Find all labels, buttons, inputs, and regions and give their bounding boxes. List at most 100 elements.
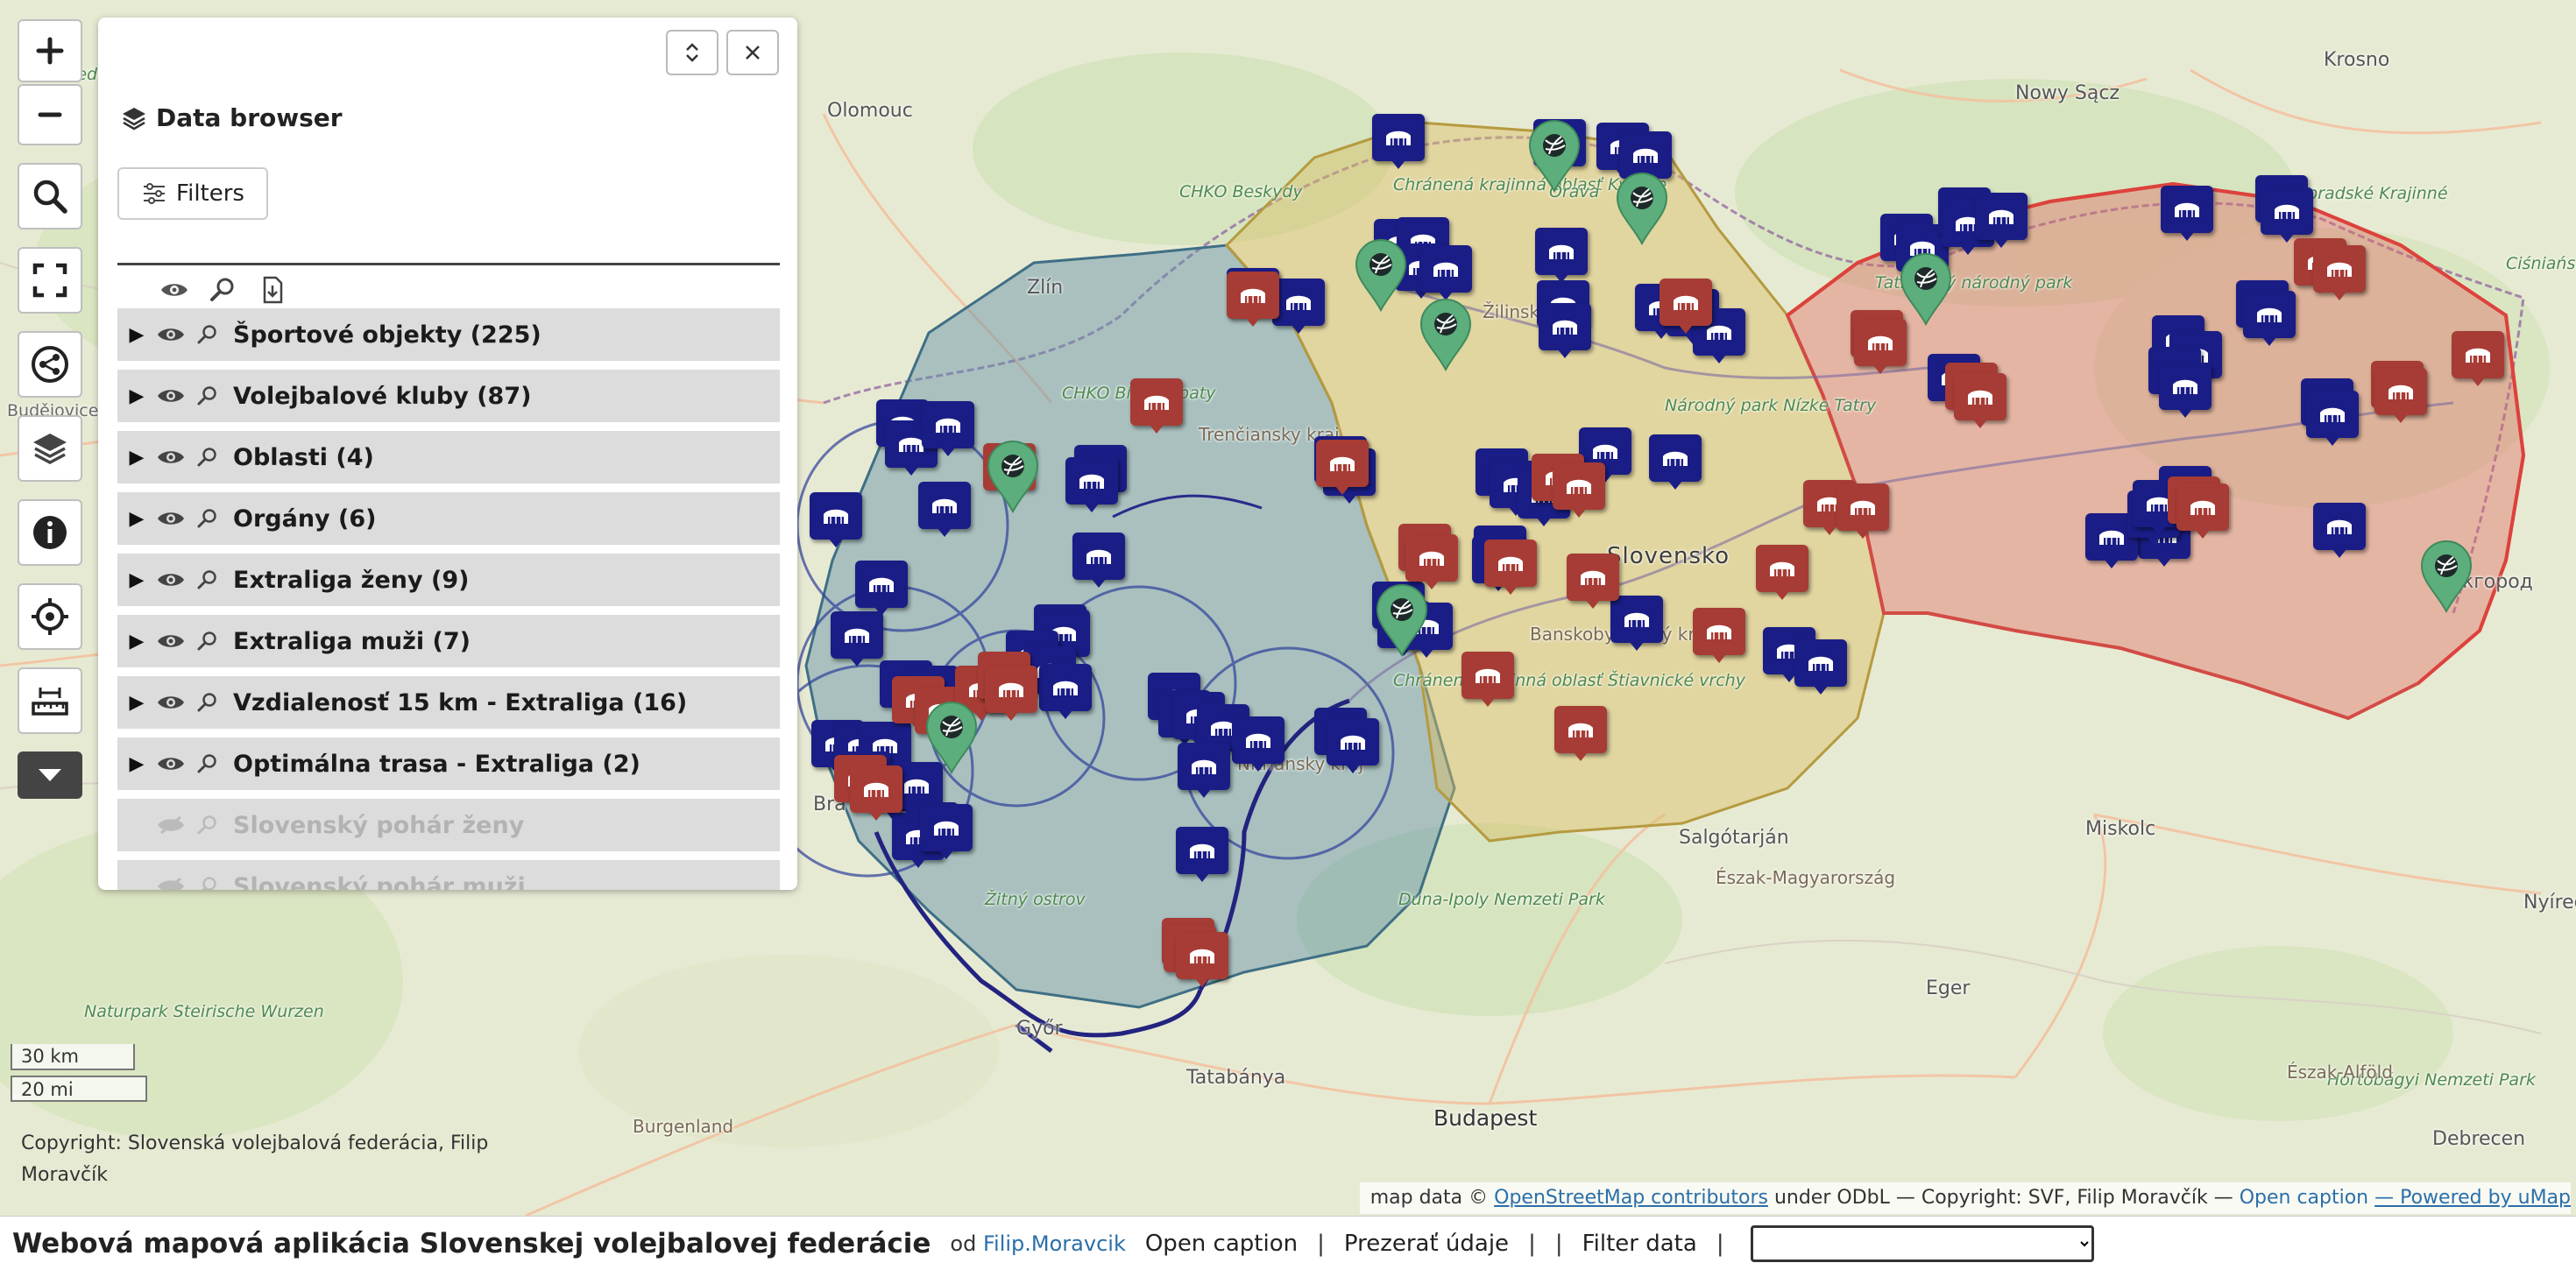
eye-icon[interactable] xyxy=(156,448,186,467)
zoom-out-button[interactable] xyxy=(18,84,82,145)
author-link[interactable]: Filip.Moravcik xyxy=(983,1231,1126,1256)
sports-facility-marker[interactable] xyxy=(1232,716,1284,772)
volleyball-club-marker[interactable] xyxy=(1526,119,1582,193)
club-venue-marker[interactable] xyxy=(1176,932,1228,987)
expand-triangle-icon[interactable]: ▶ xyxy=(117,876,156,891)
volleyball-club-marker[interactable] xyxy=(1353,238,1409,312)
club-venue-marker[interactable] xyxy=(1854,319,1907,374)
eye-icon[interactable] xyxy=(156,509,186,528)
zoom-all-icon[interactable] xyxy=(209,275,238,305)
layer-row[interactable]: ▶ Oblasti (4) xyxy=(117,431,780,483)
sports-facility-marker[interactable] xyxy=(1327,718,1379,773)
zoom-to-layer-icon[interactable] xyxy=(196,385,219,407)
volleyball-club-marker[interactable] xyxy=(924,701,980,774)
volleyball-club-marker[interactable] xyxy=(1418,298,1474,371)
layer-row[interactable]: ▶ Orgány (6) xyxy=(117,492,780,545)
sports-facility-marker[interactable] xyxy=(855,561,908,616)
browse-data-button[interactable]: Prezerať údaje xyxy=(1344,1231,1509,1257)
club-venue-marker[interactable] xyxy=(2374,368,2427,423)
expand-triangle-icon[interactable]: ▶ xyxy=(117,385,156,407)
club-venue-marker[interactable] xyxy=(1693,608,1745,663)
download-icon[interactable] xyxy=(258,275,287,305)
expand-triangle-icon[interactable]: ▶ xyxy=(117,508,156,530)
eye-icon[interactable] xyxy=(156,631,186,651)
layers-button[interactable] xyxy=(18,415,82,482)
eye-slash-icon[interactable] xyxy=(156,815,186,835)
layer-row[interactable]: ▶ Slovenský pohár muži xyxy=(117,860,780,890)
volleyball-club-marker[interactable] xyxy=(1374,583,1430,657)
volleyball-club-marker[interactable] xyxy=(1614,172,1670,245)
layer-row[interactable]: ▶ Extraliga ženy (9) xyxy=(117,554,780,606)
sports-facility-marker[interactable] xyxy=(831,611,883,667)
club-venue-marker[interactable] xyxy=(1554,706,1607,761)
zoom-in-button[interactable] xyxy=(18,19,82,82)
search-button[interactable] xyxy=(18,163,82,229)
club-venue-marker[interactable] xyxy=(1567,554,1619,609)
sports-facility-marker[interactable] xyxy=(1539,303,1591,358)
filter-data-button[interactable]: Filter data xyxy=(1582,1231,1697,1257)
zoom-to-layer-icon[interactable] xyxy=(196,875,219,890)
zoom-to-layer-icon[interactable] xyxy=(196,323,219,346)
club-venue-marker[interactable] xyxy=(2176,483,2229,539)
sports-facility-marker[interactable] xyxy=(1072,533,1125,588)
more-button[interactable] xyxy=(18,751,82,799)
sports-facility-marker[interactable] xyxy=(2261,187,2313,243)
club-venue-marker[interactable] xyxy=(850,766,902,821)
zoom-to-layer-icon[interactable] xyxy=(196,507,219,530)
sports-facility-marker[interactable] xyxy=(1039,664,1092,719)
expand-triangle-icon[interactable]: ▶ xyxy=(117,692,156,714)
club-venue-marker[interactable] xyxy=(1227,272,1279,327)
share-button[interactable] xyxy=(18,331,82,398)
expand-triangle-icon[interactable]: ▶ xyxy=(117,753,156,775)
club-venue-marker[interactable] xyxy=(1405,534,1458,589)
layer-row[interactable]: ▶ Športové objekty (225) xyxy=(117,308,780,361)
sports-facility-marker[interactable] xyxy=(2313,503,2366,558)
club-venue-marker[interactable] xyxy=(1553,462,1605,518)
layer-row[interactable]: ▶ Extraliga muži (7) xyxy=(117,615,780,667)
expand-triangle-icon[interactable]: ▶ xyxy=(117,447,156,469)
eye-icon[interactable] xyxy=(156,325,186,344)
powered-by-umap-link[interactable]: — Powered by uMap xyxy=(2374,1187,2571,1209)
sports-facility-marker[interactable] xyxy=(1535,228,1588,283)
locate-button[interactable] xyxy=(18,583,82,650)
zoom-to-layer-icon[interactable] xyxy=(196,814,219,836)
toggle-all-eye-icon[interactable] xyxy=(159,275,189,305)
collapse-panel-button[interactable] xyxy=(666,30,718,75)
zoom-to-layer-icon[interactable] xyxy=(196,752,219,775)
sports-facility-marker[interactable] xyxy=(918,482,971,537)
volleyball-club-marker[interactable] xyxy=(985,440,1041,513)
sports-facility-marker[interactable] xyxy=(920,804,973,859)
club-venue-marker[interactable] xyxy=(1461,652,1514,707)
layer-row[interactable]: ▶ Vzdialenosť 15 km - Extraliga (16) xyxy=(117,676,780,729)
layer-select[interactable] xyxy=(1750,1224,2094,1262)
sports-facility-marker[interactable] xyxy=(1176,827,1228,882)
sports-facility-marker[interactable] xyxy=(922,401,974,456)
fullscreen-button[interactable] xyxy=(18,247,82,314)
club-venue-marker[interactable] xyxy=(1756,545,1808,600)
club-venue-marker[interactable] xyxy=(2313,245,2366,300)
club-venue-marker[interactable] xyxy=(1484,540,1537,595)
sports-facility-marker[interactable] xyxy=(1975,193,2028,248)
eye-icon[interactable] xyxy=(156,386,186,406)
zoom-to-layer-icon[interactable] xyxy=(196,568,219,591)
layer-row[interactable]: ▶ Slovenský pohár ženy xyxy=(117,799,780,851)
eye-icon[interactable] xyxy=(156,570,186,589)
sports-facility-marker[interactable] xyxy=(810,492,862,547)
osm-link[interactable]: OpenStreetMap contributors xyxy=(1494,1187,1768,1209)
club-venue-marker[interactable] xyxy=(1130,378,1183,434)
volleyball-club-marker[interactable] xyxy=(1898,252,1954,326)
eye-icon[interactable] xyxy=(156,754,186,773)
layer-row[interactable]: ▶ Volejbalové kluby (87) xyxy=(117,370,780,422)
info-button[interactable] xyxy=(18,499,82,566)
open-caption-button[interactable]: Open caption xyxy=(1145,1231,1298,1257)
sports-facility-marker[interactable] xyxy=(1794,639,1847,695)
sports-facility-marker[interactable] xyxy=(2243,291,2296,346)
sports-facility-marker[interactable] xyxy=(2161,186,2213,241)
club-venue-marker[interactable] xyxy=(1660,279,1712,334)
sports-facility-marker[interactable] xyxy=(1372,114,1425,169)
sports-facility-marker[interactable] xyxy=(2306,391,2359,446)
layer-row[interactable]: ▶ Optimálna trasa - Extraliga (2) xyxy=(117,737,780,790)
club-venue-marker[interactable] xyxy=(2452,331,2504,386)
volleyball-club-marker[interactable] xyxy=(2418,540,2474,613)
sports-facility-marker[interactable] xyxy=(1272,279,1325,334)
